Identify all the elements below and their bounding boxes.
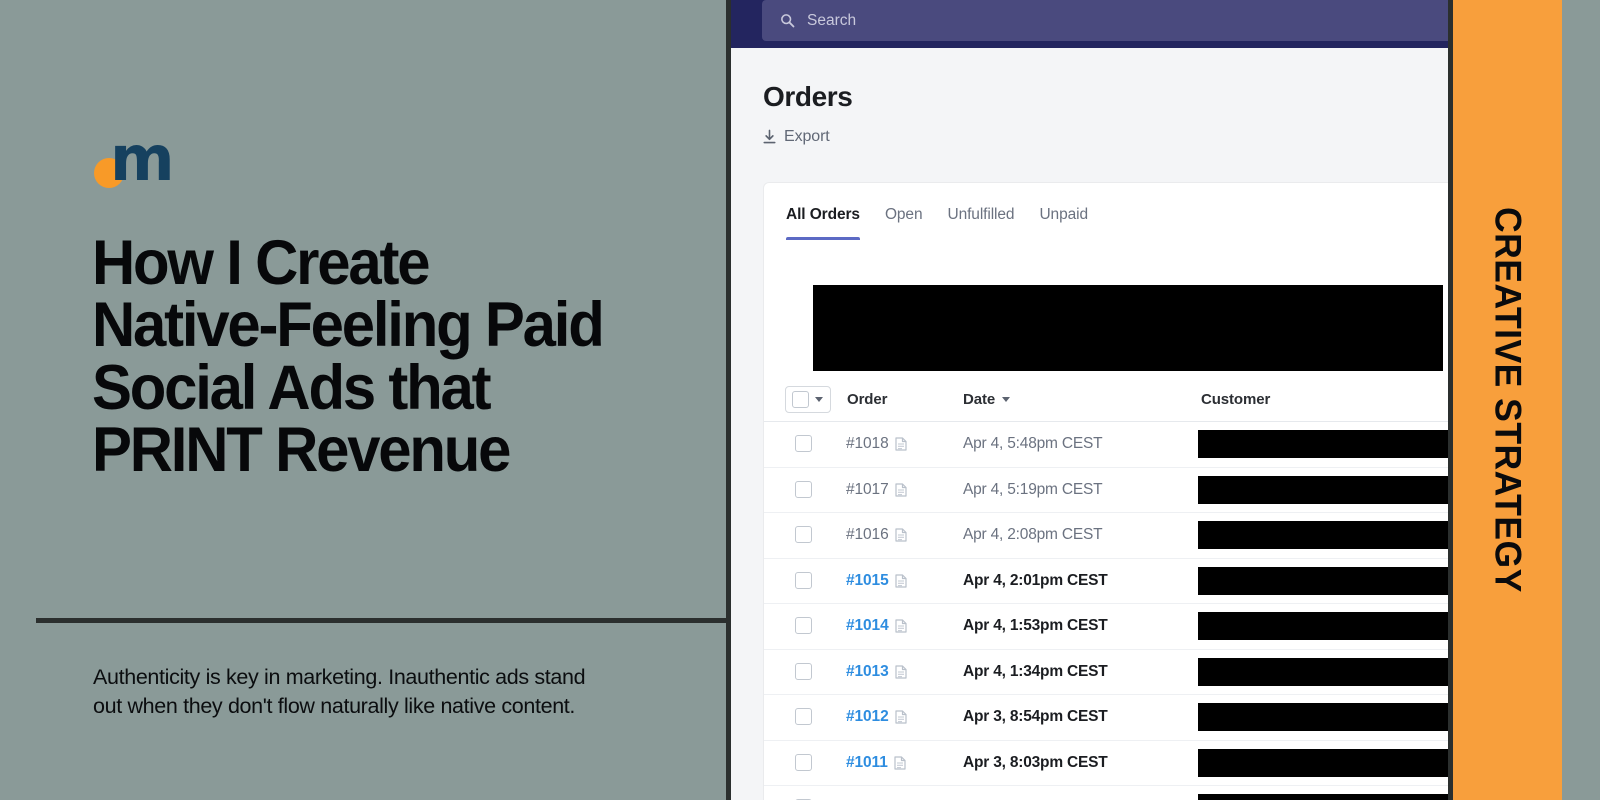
- brand-logo: m: [94, 128, 224, 190]
- document-icon: [895, 573, 907, 588]
- customer-redaction-bar: [1198, 612, 1448, 640]
- select-all-control[interactable]: [785, 386, 831, 413]
- row-checkbox[interactable]: [795, 662, 812, 680]
- column-header-customer-label: Customer: [1201, 390, 1271, 408]
- export-button[interactable]: Export: [762, 128, 830, 146]
- order-id-label: #1017: [846, 480, 889, 498]
- document-icon: [895, 437, 907, 451]
- order-id-label: #1018: [846, 435, 889, 452]
- orders-card: All Orders Open Unfulfilled Unpaid Order: [764, 183, 1448, 800]
- order-date: Apr 4, 5:19pm CEST: [963, 480, 1103, 498]
- order-date: Apr 4, 2:08pm CEST: [963, 526, 1103, 543]
- tab-unfulfilled[interactable]: Unfulfilled: [947, 206, 1014, 240]
- slide-canvas: m How I Create Native-Feeling Paid Socia…: [0, 0, 1600, 800]
- table-row[interactable]: #1011 Apr 3, 8:03pm CEST: [764, 741, 1448, 786]
- order-link[interactable]: #1011: [846, 754, 906, 772]
- customer-redaction-bar: [1198, 657, 1448, 686]
- customer-redaction-bar: [1198, 703, 1448, 731]
- chevron-down-icon[interactable]: [815, 397, 823, 402]
- logo-letter: m: [110, 122, 175, 195]
- slide-left-panel: m How I Create Native-Feeling Paid Socia…: [0, 0, 740, 800]
- document-icon: [894, 755, 906, 770]
- orders-table-body: #1018 Apr 4, 5:48pm CEST #1017 Apr 4, 5:19p…: [764, 422, 1448, 800]
- sort-descending-icon[interactable]: [1002, 397, 1011, 402]
- slide-subcopy: Authenticity is key in marketing. Inauth…: [93, 665, 586, 718]
- document-icon: [895, 619, 907, 633]
- column-header-customer[interactable]: Customer: [1201, 391, 1270, 409]
- table-row[interactable]: #1016 Apr 4, 2:08pm CEST: [764, 513, 1448, 559]
- tab-all-orders[interactable]: All Orders: [786, 206, 860, 240]
- customer-redaction-bar: [1198, 748, 1448, 777]
- order-id-label: #1013: [846, 662, 889, 680]
- table-row[interactable]: #1012 Apr 3, 8:54pm CEST: [764, 695, 1448, 741]
- export-label: Export: [784, 128, 830, 145]
- table-row[interactable]: #1017 Apr 4, 5:19pm CEST: [764, 468, 1448, 513]
- creative-strategy-label: CREATIVE STRATEGY: [1487, 207, 1529, 593]
- document-icon: [895, 528, 907, 542]
- document-icon: [895, 710, 907, 724]
- order-link[interactable]: #1013: [846, 663, 907, 681]
- tab-unpaid[interactable]: Unpaid: [1039, 206, 1088, 240]
- search-input[interactable]: Search: [807, 12, 856, 30]
- app-screenshot: Search Orders Export All Orders Open Unf…: [726, 0, 1448, 800]
- tab-open[interactable]: Open: [885, 206, 923, 240]
- order-id-label: #1016: [846, 526, 889, 543]
- document-icon: [895, 482, 907, 497]
- order-link[interactable]: #1017: [846, 481, 907, 499]
- customer-redaction-bar: [1198, 430, 1448, 458]
- order-id-label: #1011: [846, 753, 888, 771]
- order-link[interactable]: #1014: [846, 617, 907, 635]
- document-icon: [895, 664, 907, 679]
- orders-table-header: Order Date Customer: [764, 378, 1448, 422]
- row-checkbox[interactable]: [795, 617, 812, 634]
- page-title: Orders: [763, 81, 853, 112]
- search-icon: [780, 13, 795, 28]
- slide-divider: [36, 618, 735, 623]
- customer-redaction-bar: [1198, 566, 1448, 595]
- table-row[interactable]: #1014 Apr 4, 1:53pm CEST: [764, 604, 1448, 650]
- column-header-date-label: Date: [963, 391, 996, 408]
- order-link[interactable]: #1018: [846, 435, 907, 453]
- order-id-label: #1014: [846, 617, 889, 634]
- order-date: Apr 4, 1:34pm CEST: [963, 662, 1108, 680]
- row-checkbox[interactable]: [795, 480, 812, 498]
- row-checkbox[interactable]: [795, 708, 812, 725]
- table-row[interactable]: #1010Apr 3, 7:31pm CEST: [764, 786, 1448, 800]
- row-checkbox[interactable]: [795, 753, 812, 771]
- column-header-order-label: Order: [847, 390, 888, 408]
- customer-redaction-bar: [1198, 475, 1448, 504]
- order-link[interactable]: #1016: [846, 526, 907, 544]
- order-link[interactable]: #1015: [846, 572, 907, 590]
- table-row[interactable]: #1013 Apr 4, 1:34pm CEST: [764, 650, 1448, 695]
- order-id-label: #1015: [846, 571, 889, 589]
- order-date: Apr 3, 8:03pm CEST: [963, 753, 1108, 771]
- row-checkbox[interactable]: [795, 435, 812, 452]
- column-header-order[interactable]: Order: [847, 391, 887, 409]
- row-checkbox[interactable]: [795, 526, 812, 543]
- table-row[interactable]: #1015 Apr 4, 2:01pm CEST: [764, 559, 1448, 604]
- creative-strategy-band: CREATIVE STRATEGY: [1448, 0, 1562, 800]
- search-bar[interactable]: Search: [762, 0, 1448, 41]
- order-date: Apr 4, 2:01pm CEST: [963, 571, 1108, 589]
- filters-redaction-bar: [813, 285, 1443, 371]
- slide-headline: How I Create Native-Feeling Paid Social …: [92, 228, 605, 486]
- customer-redaction-bar: [1198, 794, 1448, 800]
- row-checkbox[interactable]: [795, 571, 812, 589]
- column-header-date[interactable]: Date: [963, 391, 1011, 408]
- order-date: Apr 4, 5:48pm CEST: [963, 435, 1103, 452]
- select-all-checkbox[interactable]: [792, 391, 809, 408]
- customer-redaction-bar: [1198, 521, 1448, 549]
- app-topbar: Search: [731, 0, 1448, 48]
- order-link[interactable]: #1012: [846, 708, 907, 726]
- order-date: Apr 4, 1:53pm CEST: [963, 617, 1108, 634]
- orders-tabs: All Orders Open Unfulfilled Unpaid: [764, 183, 1448, 240]
- table-row[interactable]: #1018 Apr 4, 5:48pm CEST: [764, 422, 1448, 468]
- order-id-label: #1012: [846, 708, 889, 725]
- download-icon: [762, 129, 777, 145]
- order-date: Apr 3, 8:54pm CEST: [963, 708, 1108, 725]
